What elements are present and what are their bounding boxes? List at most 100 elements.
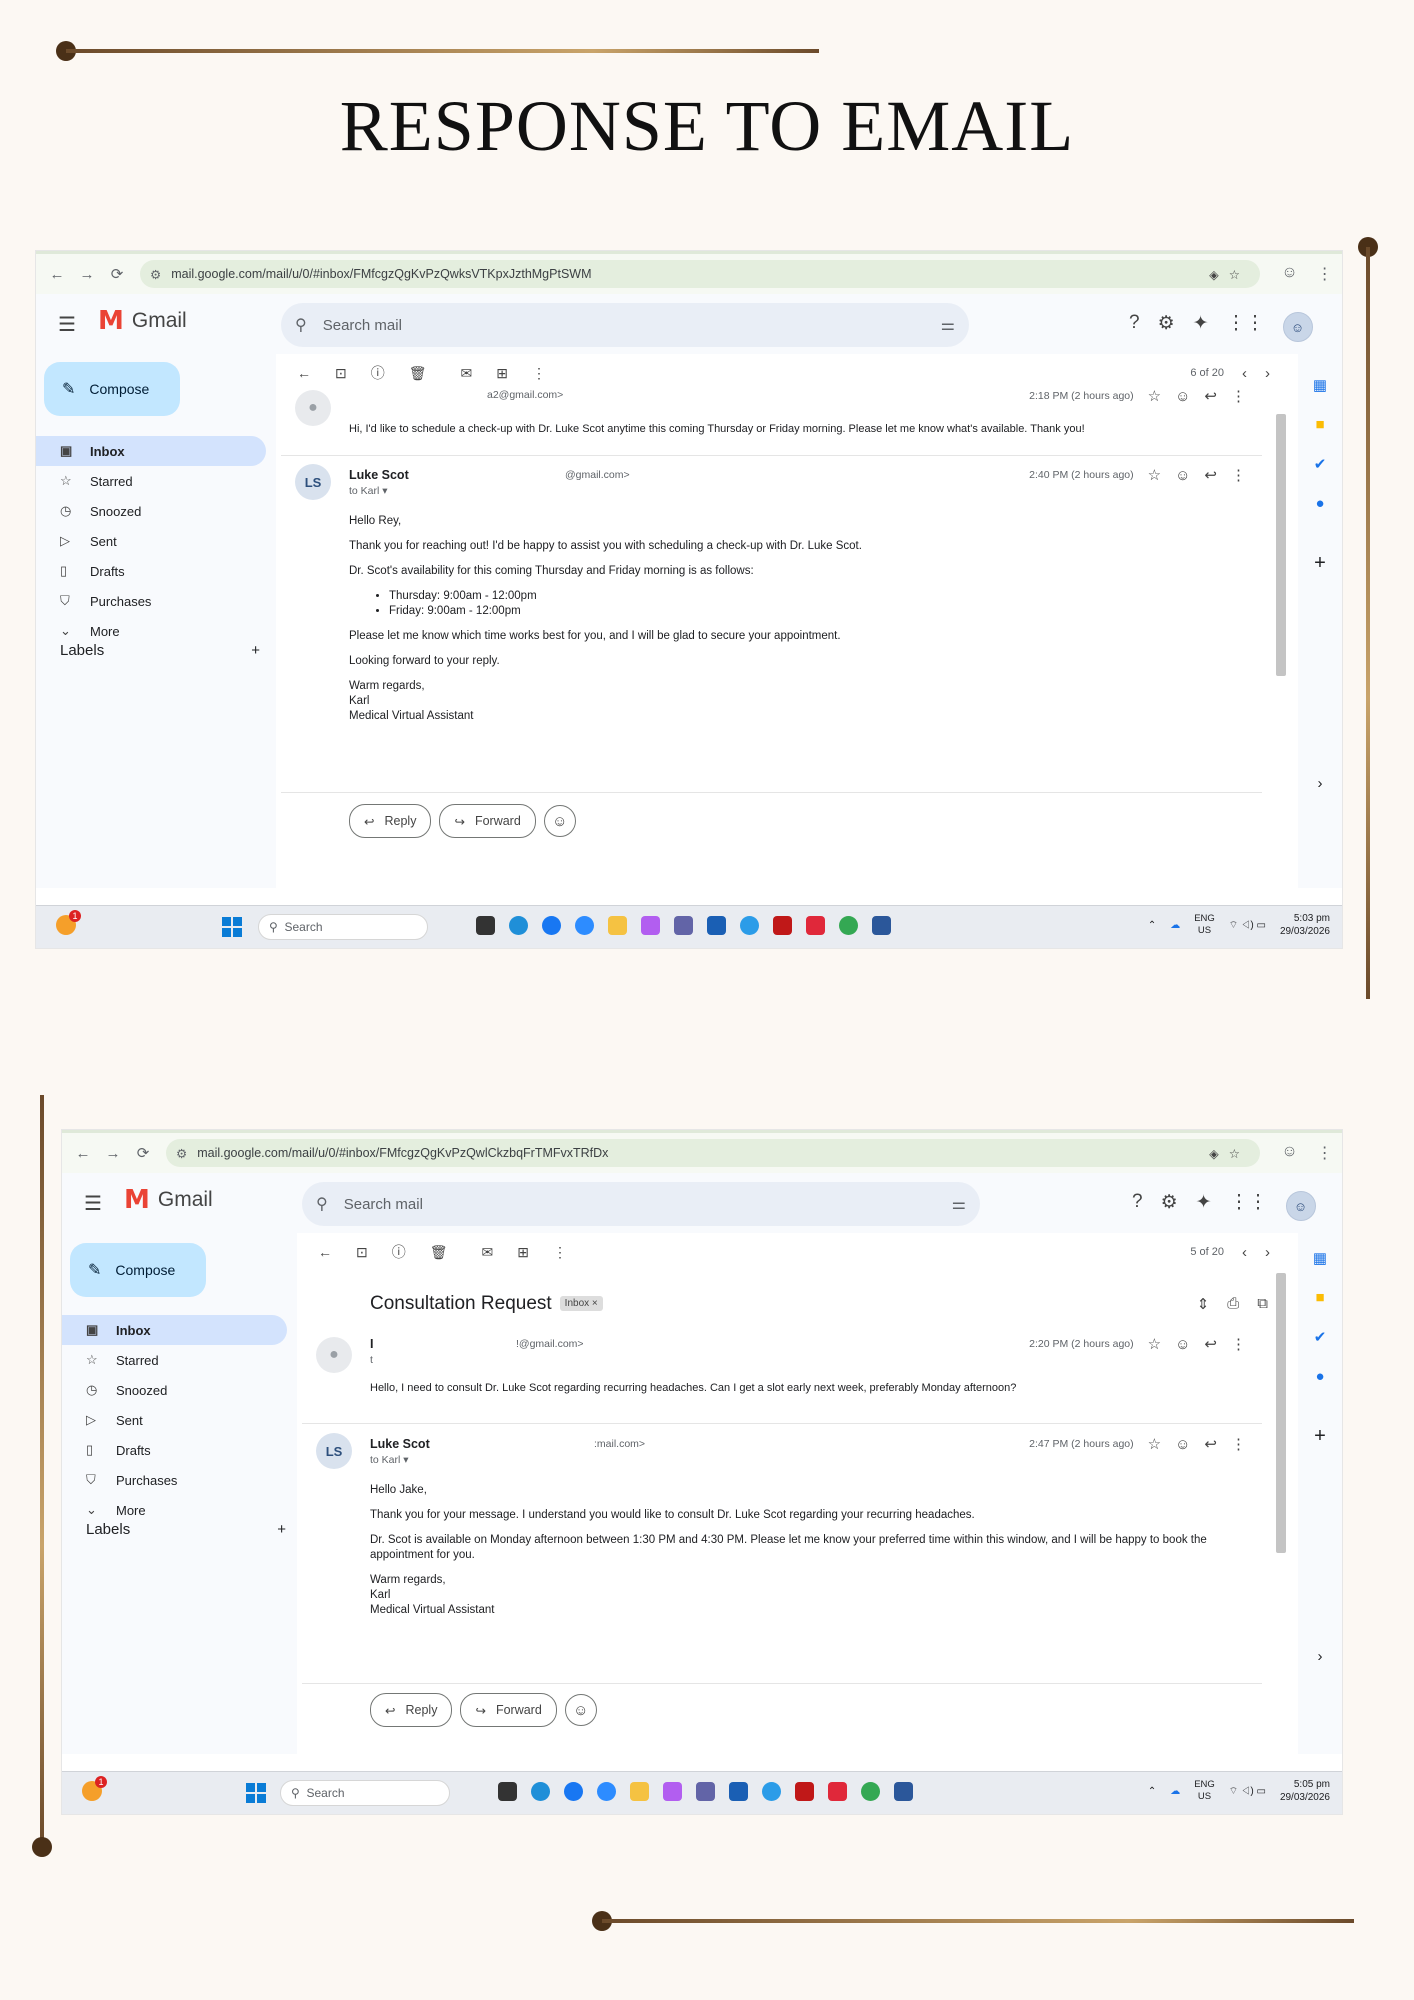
more-icon[interactable]: ⋮ (1231, 466, 1246, 484)
mark-unread-icon[interactable]: ✉ (482, 1244, 494, 1261)
reload-icon[interactable]: ⟳ (128, 1144, 158, 1162)
mcafee-icon[interactable] (773, 916, 792, 935)
store-icon[interactable] (729, 1782, 748, 1801)
wifi-icon[interactable]: ⌔ ◁) ▭ (1229, 919, 1266, 932)
emoji-react-icon[interactable]: ☺ (1175, 1436, 1190, 1453)
sidebar-item-starred[interactable]: ☆ Starred (62, 1345, 287, 1375)
tray-chevron-icon[interactable]: ⌃ (1148, 1786, 1156, 1797)
chrome-icon[interactable] (839, 916, 858, 935)
apps-grid-icon[interactable]: ⋮⋮ (1230, 1191, 1268, 1221)
apps-grid-icon[interactable]: ⋮⋮ (1227, 312, 1265, 342)
sidebar-item-snoozed[interactable]: ◷ Snoozed (36, 496, 266, 526)
copilot-icon[interactable] (641, 916, 660, 935)
language-indicator[interactable]: ENG US (1194, 913, 1215, 937)
kebab-menu-icon[interactable]: ⋮ (1317, 1143, 1333, 1163)
expand-panel-icon[interactable]: › (1298, 1648, 1342, 1665)
site-settings-icon[interactable]: ⚙ (150, 267, 161, 282)
keep-icon[interactable]: ■ (1298, 1289, 1342, 1306)
newer-icon[interactable]: › (1265, 365, 1270, 382)
star-icon[interactable]: ☆ (1148, 466, 1161, 484)
emoji-react-icon[interactable]: ☺ (1175, 388, 1190, 405)
sidebar-item-inbox[interactable]: ▣ Inbox (36, 436, 266, 466)
star-icon[interactable]: ☆ (1148, 1335, 1161, 1353)
teams-icon[interactable] (674, 916, 693, 935)
search-icon[interactable]: ⚲ (295, 315, 307, 335)
address-bar[interactable]: ⚙ mail.google.com/mail/u/0/#inbox/FMfcgz… (140, 260, 1260, 288)
newer-icon[interactable]: › (1265, 1244, 1270, 1261)
more-icon[interactable]: ⋮ (1231, 1335, 1246, 1353)
mark-unread-icon[interactable]: ✉ (461, 365, 473, 382)
tasks-icon[interactable]: ✔ (1298, 455, 1342, 473)
reply-button[interactable]: ↩ Reply (370, 1693, 453, 1727)
taskbar-search[interactable]: ⚲ Search (280, 1780, 450, 1806)
reply-button[interactable]: ↩ Reply (349, 804, 432, 838)
sidebar-item-drafts[interactable]: ▯ Drafts (62, 1435, 287, 1465)
clock[interactable]: 5:05 pm 29/03/2026 (1280, 1778, 1330, 1804)
windows-start-icon[interactable] (246, 1783, 266, 1803)
bookmark-icon[interactable]: ◈☆ (1209, 267, 1250, 282)
keep-icon[interactable]: ■ (1298, 416, 1342, 433)
account-avatar[interactable]: ☺ (1282, 312, 1313, 342)
app-icon[interactable] (762, 1782, 781, 1801)
gear-icon[interactable]: ⚙ (1158, 312, 1175, 342)
teams-icon[interactable] (696, 1782, 715, 1801)
compose-button[interactable]: ✎ Compose (70, 1243, 206, 1297)
windows-start-icon[interactable] (222, 917, 242, 937)
tasks-icon[interactable]: ✔ (1298, 1328, 1342, 1346)
main-menu-icon[interactable]: ☰ (58, 312, 76, 337)
archive-icon[interactable]: ⊡ (356, 1244, 368, 1261)
report-spam-icon[interactable]: ⓘ (371, 363, 385, 383)
wps-icon[interactable] (828, 1782, 847, 1801)
recipient-line[interactable]: t (370, 1354, 373, 1366)
delete-icon[interactable]: 🗑 (409, 365, 427, 382)
contacts-icon[interactable]: ● (1298, 495, 1342, 512)
delete-icon[interactable]: 🗑 (430, 1244, 448, 1261)
forward-icon[interactable]: → (72, 266, 102, 283)
gemini-icon[interactable]: ✦ (1193, 312, 1209, 342)
forward-button[interactable]: ↪ Forward (439, 804, 536, 838)
taskbar-search[interactable]: ⚲ Search (258, 914, 428, 940)
star-icon[interactable]: ☆ (1148, 387, 1161, 405)
older-icon[interactable]: ‹ (1242, 1244, 1247, 1261)
notification-icon[interactable] (82, 1776, 107, 1801)
open-in-new-window-icon[interactable]: ⧉ (1257, 1295, 1268, 1313)
add-addon-icon[interactable]: + (1298, 552, 1342, 575)
search-options-icon[interactable]: ⚌ (952, 1194, 966, 1214)
tray-chevron-icon[interactable]: ⌃ (1148, 920, 1156, 931)
help-icon[interactable]: ? (1129, 312, 1140, 342)
wifi-icon[interactable]: ⌔ ◁) ▭ (1229, 1785, 1266, 1798)
more-icon[interactable]: ⋮ (1231, 1435, 1246, 1453)
profile-icon[interactable]: ☺ (1281, 264, 1297, 284)
sidebar-item-drafts[interactable]: ▯ Drafts (36, 556, 266, 586)
recipient-line[interactable]: to Karl ▾ (370, 1454, 409, 1466)
back-to-inbox-icon[interactable]: ← (318, 1244, 332, 1260)
word-icon[interactable] (894, 1782, 913, 1801)
add-addon-icon[interactable]: + (1298, 1425, 1342, 1448)
search-options-icon[interactable]: ⚌ (941, 315, 955, 335)
search-icon[interactable]: ⚲ (316, 1194, 328, 1214)
move-to-icon[interactable]: ⊞ (496, 365, 508, 382)
sidebar-item-starred[interactable]: ☆ Starred (36, 466, 266, 496)
reply-icon[interactable]: ↩ (1204, 466, 1217, 484)
back-icon[interactable]: ← (68, 1145, 98, 1162)
search-bar[interactable]: ⚲ Search mail ⚌ (281, 303, 969, 347)
clock[interactable]: 5:03 pm 29/03/2026 (1280, 912, 1330, 938)
file-explorer-icon[interactable] (608, 916, 627, 935)
print-icon[interactable]: ⎙ (1227, 1295, 1239, 1313)
scrollbar[interactable] (1276, 414, 1286, 676)
forward-button[interactable]: ↪ Forward (460, 1693, 557, 1727)
account-avatar[interactable]: ☺ (1285, 1191, 1316, 1221)
calendar-icon[interactable]: ▦ (1298, 1249, 1342, 1267)
star-icon[interactable]: ☆ (1148, 1435, 1161, 1453)
emoji-button[interactable]: ☺ (564, 1694, 597, 1726)
task-view-icon[interactable] (476, 916, 495, 935)
sidebar-item-purchases[interactable]: ⛉ Purchases (36, 586, 266, 616)
sidebar-item-sent[interactable]: ▷ Sent (62, 1405, 287, 1435)
gear-icon[interactable]: ⚙ (1161, 1191, 1178, 1221)
file-explorer-icon[interactable] (630, 1782, 649, 1801)
expand-panel-icon[interactable]: › (1298, 775, 1342, 792)
sidebar-item-inbox[interactable]: ▣ Inbox (62, 1315, 287, 1345)
onedrive-icon[interactable]: ☁ (1170, 920, 1180, 931)
move-to-icon[interactable]: ⊞ (517, 1244, 529, 1261)
reply-icon[interactable]: ↩ (1204, 1435, 1217, 1453)
